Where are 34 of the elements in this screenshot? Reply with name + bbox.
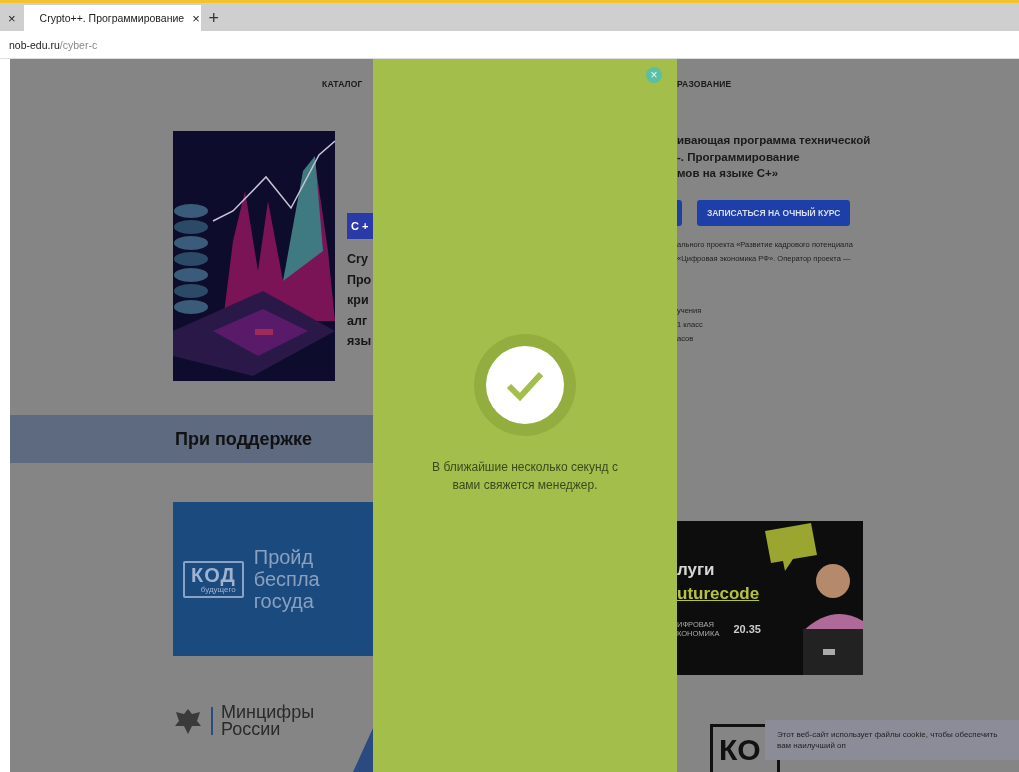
enroll-button[interactable]: ЗАПИСАТЬСЯ НА ОЧНЫЙ КУРС: [697, 199, 851, 226]
triangle-shape: [353, 728, 373, 772]
partner-logo-text: 20.35: [733, 622, 761, 635]
close-tab-button[interactable]: ×: [192, 10, 200, 26]
language-badge: C +: [347, 213, 373, 239]
ministry-name: Минцифры: [221, 704, 315, 721]
banner-text: луги: [677, 558, 716, 581]
success-message: В ближайшие несколько секунд с вами свяжется менеджер.: [431, 459, 619, 494]
description-line: мов на языке С+»: [677, 166, 780, 181]
course-title-line: Cry: [347, 251, 369, 268]
cookie-banner: Этот веб-сайт использует файлы cookie, чтобы обеспечить вам наилучший оп: [765, 720, 1019, 760]
code-logo: КОД будущего: [183, 560, 244, 598]
nav-link[interactable]: КАТАЛОГ: [322, 79, 363, 89]
banner-text: беспла: [253, 568, 320, 590]
browser-tab[interactable]: Crypto++. Программирование ×: [23, 5, 201, 31]
browser-tab[interactable]: ×: [0, 5, 24, 31]
nav-link[interactable]: РАЗОВАНИЕ: [677, 79, 732, 89]
button-edge[interactable]: [677, 199, 682, 226]
course-title-line: Про: [347, 271, 373, 289]
description-line: ивающая программа технической: [677, 133, 872, 148]
description-line: -. Программирование: [677, 149, 801, 165]
course-title-line: язы: [347, 333, 373, 350]
course-title-line: кри: [347, 292, 370, 309]
banner-text: госуда: [253, 590, 315, 612]
support-heading: При поддержке: [175, 428, 313, 450]
course-title-line: алг: [347, 312, 369, 330]
success-check-icon: [474, 334, 576, 436]
ministry-name: России: [221, 721, 281, 738]
close-tab-button[interactable]: ×: [8, 10, 16, 26]
banner-text: uturecode: [677, 582, 761, 605]
new-tab-button[interactable]: +: [200, 5, 228, 31]
tab-title: Crypto++. Программирование: [39, 12, 185, 24]
address-text[interactable]: nob-edu.ru/cyber-c: [0, 38, 98, 51]
banner-text: Пройд: [253, 546, 315, 568]
